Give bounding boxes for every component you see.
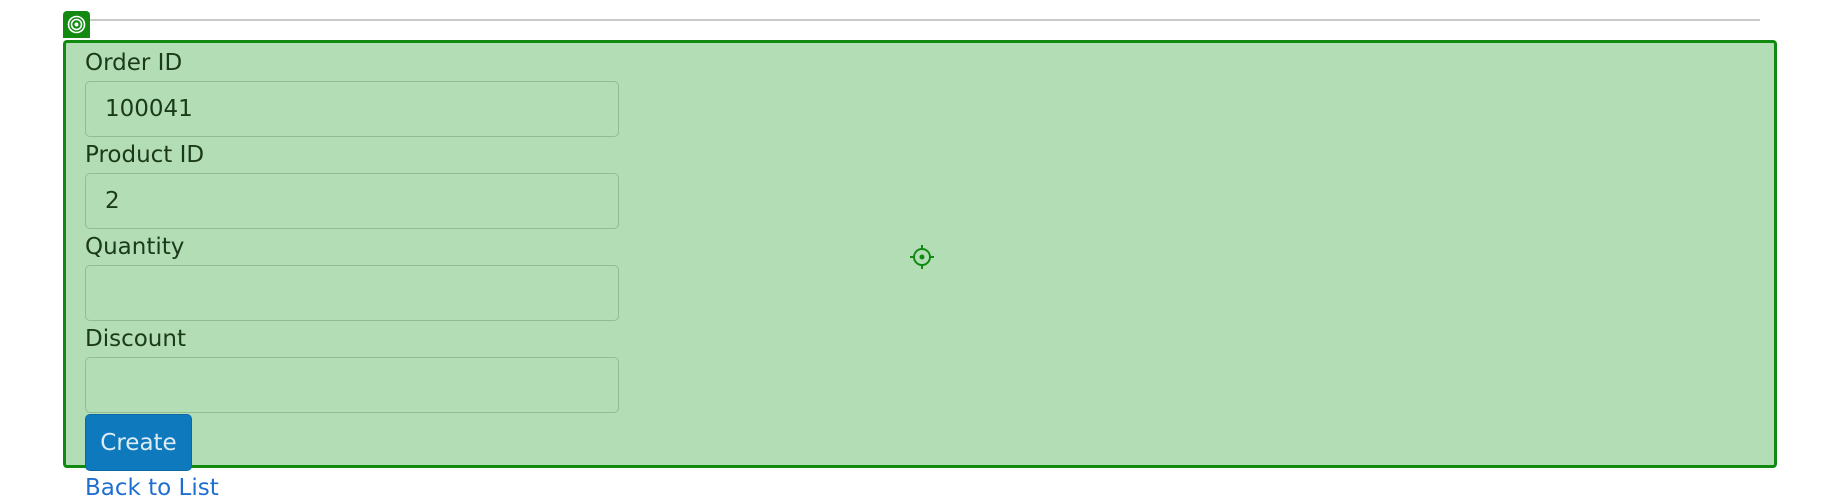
crosshair-icon (910, 245, 934, 269)
discount-label: Discount (85, 326, 186, 352)
product-id-label: Product ID (85, 142, 205, 168)
highlight-badge (63, 11, 90, 38)
divider (76, 19, 1760, 21)
quantity-input[interactable] (85, 265, 619, 321)
quantity-label: Quantity (85, 234, 185, 260)
product-id-input[interactable] (85, 173, 619, 229)
create-button[interactable]: Create (85, 414, 192, 471)
discount-input[interactable] (85, 357, 619, 413)
target-icon (67, 15, 86, 34)
back-to-list-link[interactable]: Back to List (85, 475, 219, 501)
order-id-input[interactable] (85, 81, 619, 137)
order-id-label: Order ID (85, 50, 183, 76)
